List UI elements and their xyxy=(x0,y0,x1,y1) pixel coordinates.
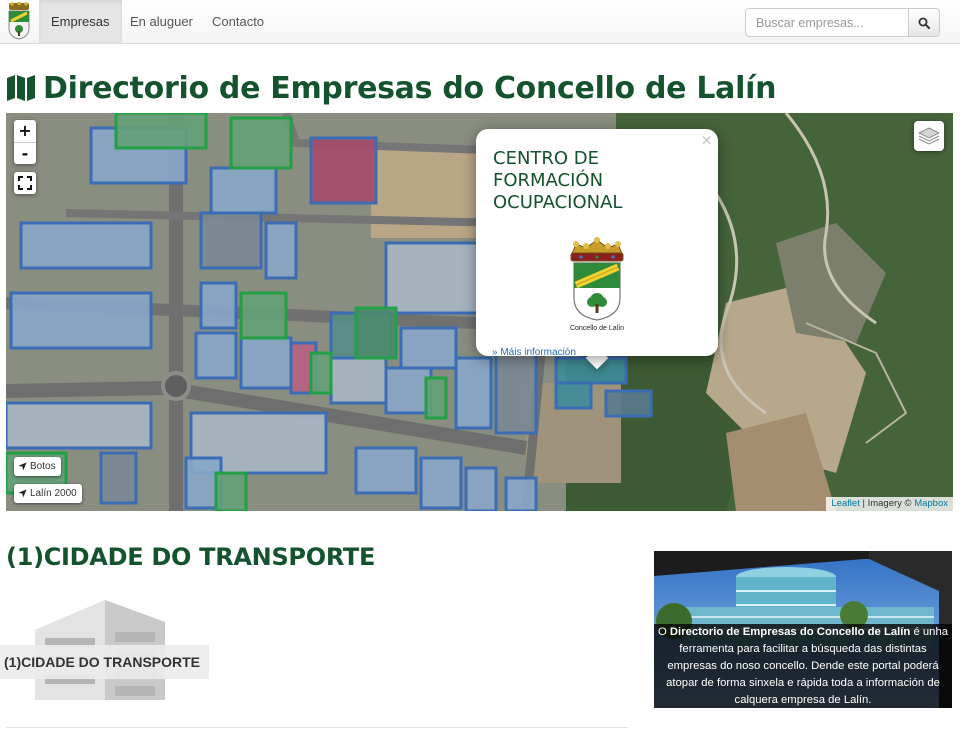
locate-botos-button[interactable]: Botos xyxy=(14,457,61,476)
promo-text: O Directorio de Empresas do Concello de … xyxy=(654,624,952,708)
concello-crest-logo[interactable] xyxy=(6,2,32,40)
mapbox-link[interactable]: Mapbox xyxy=(914,498,948,509)
popup-title: CENTRO DE FORMACIÓN OCUPACIONAL xyxy=(493,148,623,213)
locate-label: Lalín 2000 xyxy=(30,488,77,499)
crown-icon xyxy=(570,237,624,262)
leaflet-link[interactable]: Leaflet xyxy=(831,498,860,509)
concello-crest-image: Concello de Lalín xyxy=(570,237,624,332)
fullscreen-icon xyxy=(18,176,32,190)
zoom-in-button[interactable]: + xyxy=(14,120,36,142)
fullscreen-button[interactable] xyxy=(14,172,36,194)
company-card-label[interactable]: (1)CIDADE DO TRANSPORTE xyxy=(0,645,209,679)
promo-rest: é unha ferramenta para facilitar a búsqu… xyxy=(666,626,949,706)
nav-empresas[interactable]: Empresas xyxy=(39,0,122,43)
map-attribution: Leaflet | Imagery © Mapbox xyxy=(826,497,953,511)
layers-icon xyxy=(918,127,940,145)
zoom-control: + - xyxy=(14,120,36,164)
section-title: (1)CIDADE DO TRANSPORTE xyxy=(6,543,376,571)
map-view[interactable]: + - Botos Lalín 2000 Leaflet | Imagery ©… xyxy=(6,113,953,511)
promo-bold: Directorio de Empresas do Concello de La… xyxy=(669,626,911,638)
search-button[interactable] xyxy=(908,8,940,37)
crest-caption: Concello de Lalín xyxy=(570,325,624,332)
map-popup: × CENTRO DE FORMACIÓN OCUPACIONAL Concel… xyxy=(476,129,718,358)
nav-contacto[interactable]: Contacto xyxy=(200,0,276,43)
location-arrow-icon xyxy=(18,462,27,471)
search-icon xyxy=(918,17,930,29)
folded-map-icon xyxy=(7,75,35,101)
nav-en-aluguer[interactable]: En aluguer xyxy=(118,0,205,43)
more-info-link[interactable]: » Máis información xyxy=(492,347,576,358)
popup-close-button[interactable]: × xyxy=(700,131,713,149)
top-navbar: Empresas En aluguer Contacto xyxy=(0,0,960,44)
promo-banner: O Directorio de Empresas do Concello de … xyxy=(654,551,952,708)
location-arrow-icon xyxy=(18,489,27,498)
locate-lalin-2000-button[interactable]: Lalín 2000 xyxy=(14,484,82,503)
layers-button[interactable] xyxy=(914,121,944,151)
page-title: Directorio de Empresas do Concello de La… xyxy=(6,68,776,108)
attribution-text: | Imagery © xyxy=(859,498,915,509)
locate-label: Botos xyxy=(30,461,56,472)
section-divider xyxy=(6,727,628,728)
zoom-out-button[interactable]: - xyxy=(14,142,36,164)
page-title-text: Directorio de Empresas do Concello de La… xyxy=(43,70,777,106)
search-input[interactable] xyxy=(745,8,909,37)
promo-lead: O xyxy=(657,626,670,638)
